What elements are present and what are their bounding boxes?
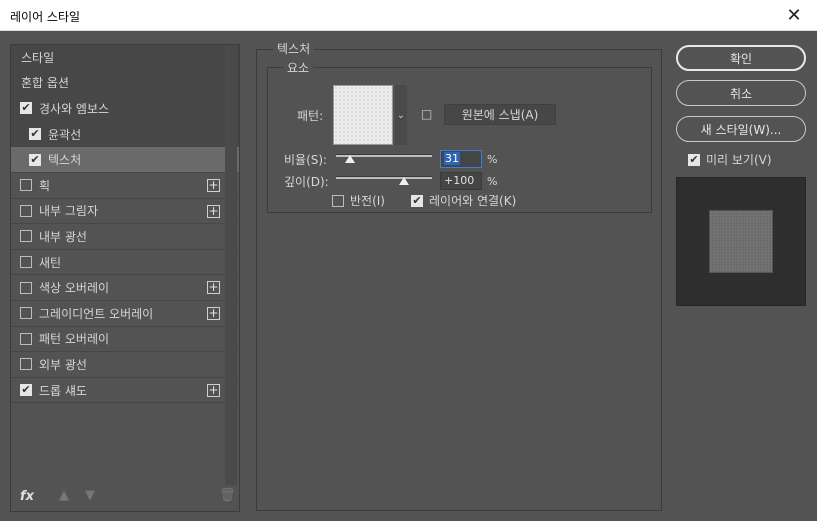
pattern-label: 패턴:: [297, 109, 324, 123]
fx-icon[interactable]: fx: [20, 489, 34, 504]
sidebar-item-label: 색상 오버레이: [39, 281, 110, 296]
sidebar-item[interactable]: 스타일: [11, 45, 239, 71]
texture-group-title: 텍스처: [273, 40, 315, 57]
depth-slider-thumb[interactable]: [399, 177, 410, 185]
sidebar-item-checkbox[interactable]: ✔: [20, 384, 32, 397]
link-with-layer-checkbox[interactable]: ✔: [411, 194, 423, 207]
add-effect-icon[interactable]: +: [207, 204, 220, 218]
snap-to-origin-button[interactable]: 원본에 스냅(A): [444, 104, 556, 125]
sidebar-item-checkbox[interactable]: [20, 307, 32, 320]
sidebar-item-checkbox[interactable]: [20, 204, 32, 217]
ok-button[interactable]: 확인: [676, 45, 806, 71]
invert-option[interactable]: 반전(I): [332, 192, 385, 209]
scale-label: 비율(S):: [284, 153, 328, 167]
sidebar-item[interactable]: ✔ 드롭 섀도 +: [11, 378, 239, 404]
sidebar-item[interactable]: 내부 광선: [11, 224, 239, 250]
new-preset-icon[interactable]: □: [421, 107, 432, 121]
chevron-down-icon: ⌄: [396, 109, 406, 121]
sidebar-item[interactable]: 내부 그림자 +: [11, 199, 239, 225]
add-effect-icon[interactable]: +: [207, 306, 220, 320]
move-down-icon[interactable]: ▼: [85, 488, 95, 503]
title-bar: 레이어 스타일 ✕: [0, 0, 817, 31]
sidebar-toolbar: fx ▲ ▼ 🗑: [11, 482, 239, 512]
close-icon[interactable]: ✕: [771, 0, 817, 30]
sidebar-item[interactable]: ✔ 경사와 엠보스: [11, 96, 239, 122]
sidebar-item-label: 경사와 엠보스: [39, 101, 110, 116]
sidebar-item-label: 혼합 옵션: [21, 76, 69, 91]
sidebar-item-label: 스타일: [21, 50, 55, 65]
sidebar-item[interactable]: 혼합 옵션: [11, 70, 239, 97]
sidebar-item[interactable]: 외부 광선: [11, 352, 239, 378]
sidebar-item-checkbox[interactable]: [20, 332, 32, 345]
styles-list: 스타일 혼합 옵션 ✔ 경사와 엠보스 ✔ 윤곽선 ✔ 텍스처 획 + 내부 그림자 + 내부 광선 새틴…: [11, 45, 239, 404]
sidebar-item-label: 내부 광선: [39, 229, 87, 244]
sidebar-item-checkbox[interactable]: ✔: [29, 128, 41, 141]
sidebar-item-checkbox[interactable]: ✔: [20, 102, 32, 115]
depth-input[interactable]: +100: [440, 172, 482, 190]
sidebar-item-label: 외부 광선: [39, 357, 87, 372]
sidebar-item[interactable]: 색상 오버레이 +: [11, 275, 239, 301]
depth-label: 깊이(D):: [284, 175, 329, 189]
sidebar-item[interactable]: ✔ 텍스처: [11, 147, 239, 173]
link-with-layer-option[interactable]: ✔ 레이어와 연결(K): [411, 192, 516, 209]
invert-label: 반전(I): [350, 194, 385, 208]
sidebar-item[interactable]: 그레이디언트 오버레이 +: [11, 301, 239, 327]
sidebar-item[interactable]: 새틴: [11, 250, 239, 276]
preview-option[interactable]: ✔ 미리 보기(V): [688, 151, 772, 168]
trash-icon[interactable]: 🗑: [219, 488, 236, 503]
sidebar-item-label: 패턴 오버레이: [39, 332, 110, 347]
style-preview: [676, 177, 806, 306]
sidebar-item-checkbox[interactable]: [20, 358, 32, 371]
pattern-dropdown[interactable]: ⌄: [395, 85, 407, 145]
add-effect-icon[interactable]: +: [207, 281, 220, 295]
sidebar-item-label: 새틴: [39, 255, 62, 270]
sidebar-item-label: 윤곽선: [48, 127, 82, 142]
depth-percent: %: [487, 175, 498, 188]
sidebar-item-label: 내부 그림자: [39, 204, 99, 219]
pattern-swatch[interactable]: [333, 85, 393, 145]
sidebar-item-checkbox[interactable]: ✔: [29, 153, 41, 166]
sidebar-item-checkbox[interactable]: [20, 179, 32, 192]
new-style-button[interactable]: 새 스타일(W)...: [676, 116, 806, 142]
sidebar-item[interactable]: ✔ 윤곽선: [11, 121, 239, 148]
preview-swatch: [709, 210, 773, 273]
scale-slider-thumb[interactable]: [345, 155, 356, 163]
scale-percent: %: [487, 153, 498, 166]
sidebar-item[interactable]: 패턴 오버레이: [11, 327, 239, 353]
sidebar-item-label: 텍스처: [48, 153, 82, 168]
preview-label: 미리 보기(V): [706, 153, 772, 167]
sidebar-item-checkbox[interactable]: [20, 281, 32, 294]
sidebar-item-label: 획: [39, 178, 51, 193]
sidebar-item-checkbox[interactable]: [20, 230, 32, 243]
add-effect-icon[interactable]: +: [207, 178, 220, 192]
sidebar-item-label: 드롭 섀도: [39, 383, 87, 398]
move-up-icon[interactable]: ▲: [59, 488, 69, 503]
elements-group-title: 요소: [283, 59, 314, 76]
add-effect-icon[interactable]: +: [207, 383, 220, 397]
scale-input[interactable]: 31: [440, 150, 482, 168]
cancel-button[interactable]: 취소: [676, 80, 806, 106]
link-with-layer-label: 레이어와 연결(K): [429, 194, 517, 208]
sidebar-item-checkbox[interactable]: [20, 256, 32, 269]
preview-checkbox[interactable]: ✔: [688, 153, 700, 166]
styles-sidebar: 스타일 혼합 옵션 ✔ 경사와 엠보스 ✔ 윤곽선 ✔ 텍스처 획 + 내부 그림자 + 내부 광선 새틴…: [10, 44, 240, 512]
depth-slider-track[interactable]: [336, 176, 432, 179]
invert-checkbox[interactable]: [332, 194, 344, 207]
window-title: 레이어 스타일: [10, 10, 81, 24]
sidebar-item[interactable]: 획 +: [11, 173, 239, 199]
sidebar-scrollbar[interactable]: [225, 45, 237, 485]
sidebar-item-label: 그레이디언트 오버레이: [39, 306, 154, 321]
